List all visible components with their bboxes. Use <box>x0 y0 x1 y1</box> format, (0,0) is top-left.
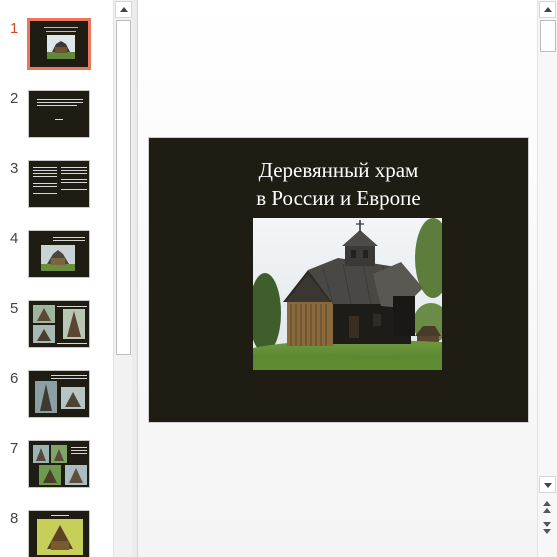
church-thumbnail-image <box>41 245 75 271</box>
slide-thumbnail[interactable] <box>28 370 90 418</box>
chevron-up-icon[interactable] <box>539 1 556 18</box>
slide-number: 7 <box>10 440 19 457</box>
slide-number: 8 <box>10 510 19 527</box>
slide-thumbnail-row-3[interactable]: 3 <box>0 160 113 216</box>
slide-number: 4 <box>10 230 19 247</box>
slide-thumbnail[interactable] <box>28 160 90 208</box>
thumbnail-scrollbar[interactable] <box>113 0 132 557</box>
church-thumbnail-image <box>63 309 85 339</box>
slide-thumbnail[interactable] <box>28 510 90 557</box>
church-thumbnail-image <box>65 465 87 485</box>
church-thumbnail-image <box>47 35 75 59</box>
slide-thumbnail-row-5[interactable]: 5 <box>0 300 113 356</box>
slide-number: 2 <box>10 90 19 107</box>
current-slide[interactable]: Деревянный храм в России и Европе <box>148 137 529 423</box>
slide-number: 5 <box>10 300 19 317</box>
thumbnail-scroll-thumb[interactable] <box>116 20 131 355</box>
slide-number: 1 <box>10 20 19 37</box>
church-photo[interactable] <box>253 218 442 370</box>
slide-thumbnail-row-7[interactable]: 7 <box>0 440 113 496</box>
slide-number: 6 <box>10 370 19 387</box>
slide-thumbnail-row-2[interactable]: 2 <box>0 90 113 146</box>
slide-title[interactable]: Деревянный храм в России и Европе <box>149 156 528 212</box>
slide-thumbnail[interactable] <box>28 90 90 138</box>
slide-number: 3 <box>10 160 19 177</box>
church-thumbnail-image <box>33 325 55 343</box>
slide-title-line-2: в России и Европе <box>256 186 421 210</box>
church-thumbnail-image <box>33 445 49 463</box>
church-thumbnail-image <box>39 465 61 485</box>
wooden-church-image <box>253 218 442 370</box>
double-chevron-up-icon[interactable] <box>539 500 556 517</box>
church-thumbnail-image <box>51 445 67 463</box>
slide-thumbnail[interactable] <box>28 440 90 488</box>
chevron-down-icon[interactable] <box>539 476 556 493</box>
church-thumbnail-image <box>35 381 57 413</box>
church-thumbnail-image <box>37 519 83 555</box>
slide-thumbnail[interactable] <box>27 18 91 70</box>
slide-editor: Деревянный храм в России и Европе <box>138 0 537 557</box>
slide-thumbnail[interactable] <box>28 300 90 348</box>
church-thumbnail-image <box>61 387 85 409</box>
slide-thumbnail-pane: 1 2 3 4 5 6 7 8 <box>0 0 113 557</box>
slide-title-line-1: Деревянный храм <box>258 158 419 182</box>
church-thumbnail-image <box>33 305 55 323</box>
slide-thumbnail-row-6[interactable]: 6 <box>0 370 113 426</box>
slide-thumbnail[interactable] <box>28 230 90 278</box>
chevron-up-icon[interactable] <box>115 1 132 18</box>
slide-thumbnail-row-4[interactable]: 4 <box>0 230 113 286</box>
double-chevron-down-icon[interactable] <box>539 520 556 537</box>
editor-scrollbar[interactable] <box>537 0 557 557</box>
slide-thumbnail-row-8[interactable]: 8 <box>0 510 113 557</box>
slide-thumbnail-row-1[interactable]: 1 <box>0 18 113 76</box>
editor-scroll-thumb[interactable] <box>540 20 556 52</box>
